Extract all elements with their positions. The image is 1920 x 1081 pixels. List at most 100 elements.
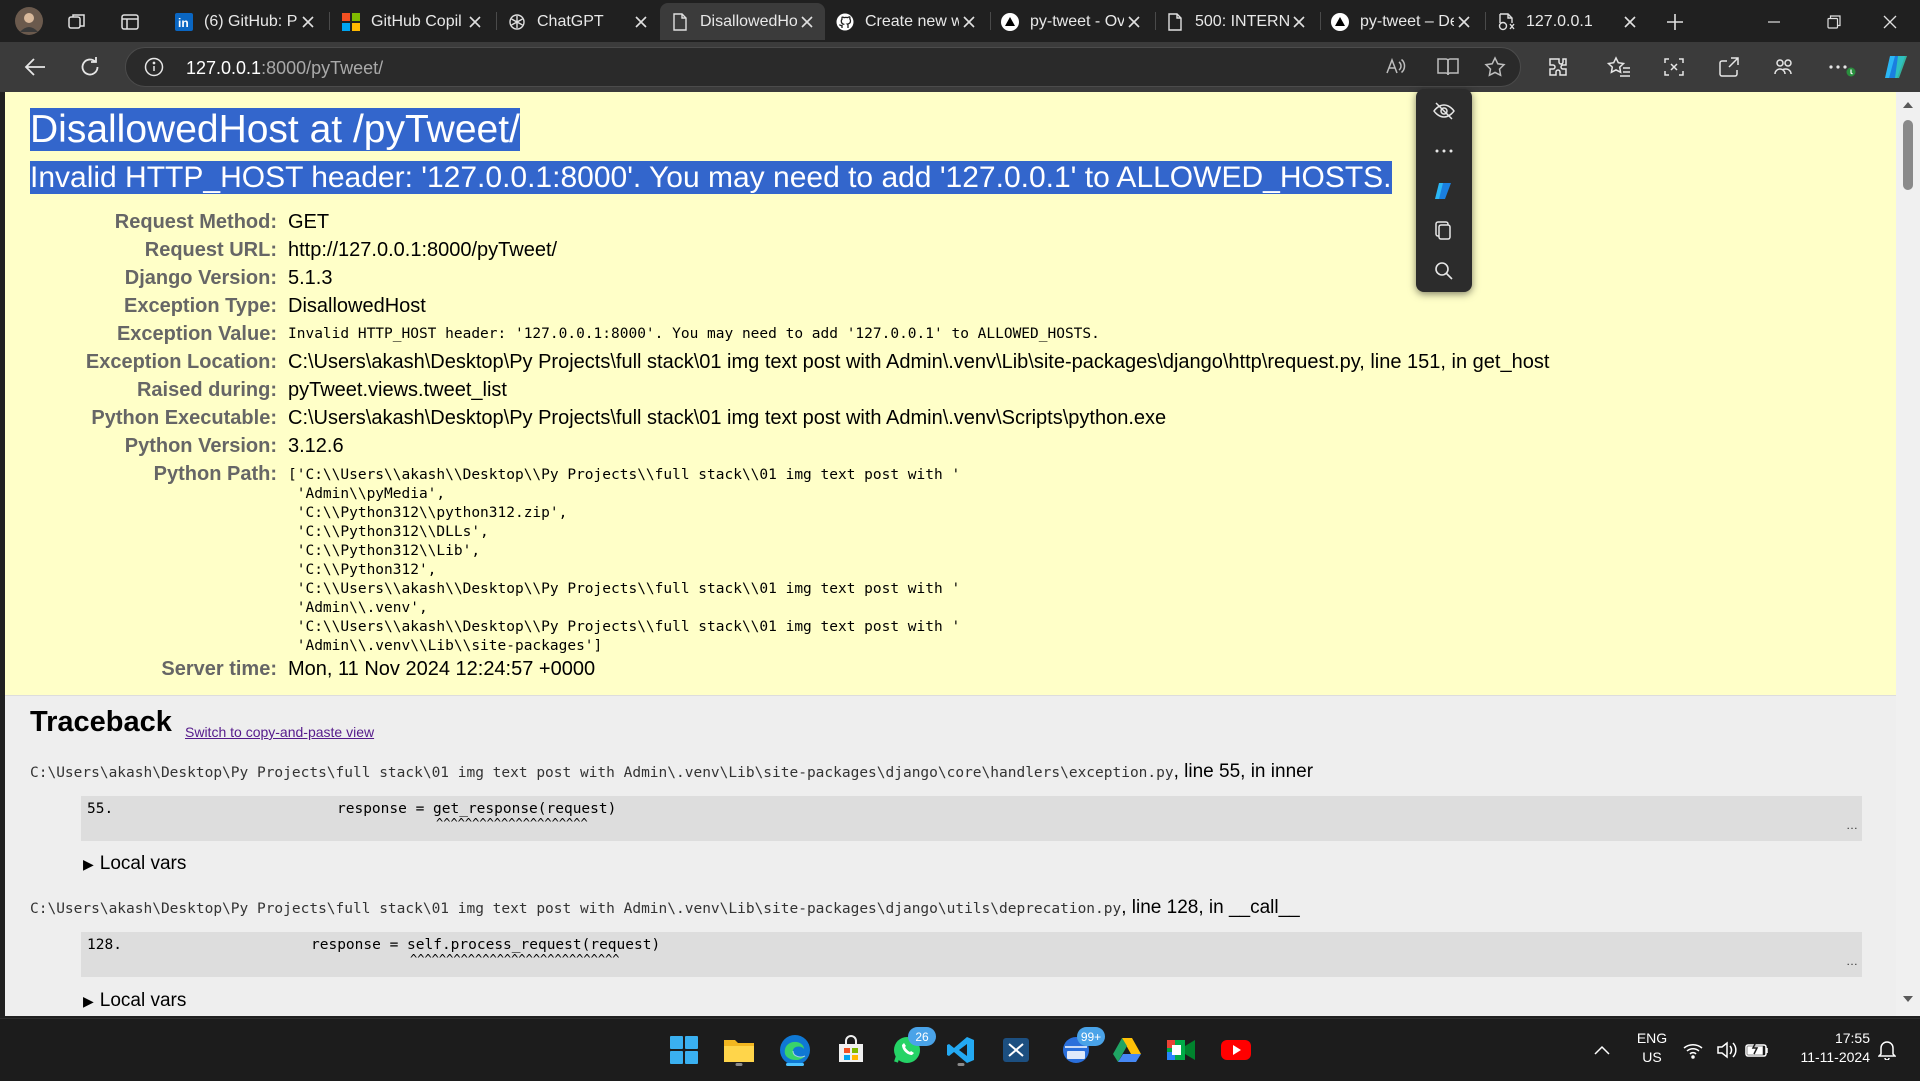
- close-tab-icon[interactable]: [1620, 12, 1640, 32]
- close-tab-icon[interactable]: [1454, 12, 1474, 32]
- frame-file: C:\Users\akash\Desktop\Py Projects\full …: [30, 761, 1313, 783]
- tab-disallowedhost[interactable]: DisallowedHo: [660, 3, 825, 40]
- youtube-icon[interactable]: [1217, 1031, 1255, 1069]
- meta-key: Request Method:: [114, 211, 277, 233]
- show-hidden-icons-icon[interactable]: [1583, 1031, 1621, 1069]
- whatsapp-icon[interactable]: 26: [888, 1027, 936, 1069]
- github-icon: [835, 12, 855, 32]
- tab-py-tweet-deployments[interactable]: py-tweet – De: [1320, 3, 1482, 40]
- expand-context-icon[interactable]: …: [1846, 818, 1858, 832]
- tab-github-create[interactable]: Create new w: [825, 3, 987, 40]
- notifications-bell-icon[interactable]: [1868, 1031, 1906, 1069]
- favorites-icon[interactable]: [1602, 50, 1636, 84]
- tab-label: (6) GitHub: Pe: [204, 12, 298, 30]
- close-tab-icon[interactable]: [631, 12, 651, 32]
- screenshot-icon[interactable]: [1657, 50, 1691, 84]
- close-tab-icon[interactable]: [1289, 12, 1309, 32]
- switch-copy-paste-link[interactable]: Switch to copy-and-paste view: [185, 724, 374, 740]
- meta-value: Mon, 11 Nov 2024 12:24:57 +0000: [288, 658, 596, 680]
- local-vars-toggle[interactable]: ▶ Local vars: [83, 853, 186, 875]
- line-number: 128.: [87, 937, 122, 953]
- page-icon: [1165, 12, 1185, 32]
- more-options-icon[interactable]: [1825, 50, 1859, 84]
- clock[interactable]: 17:55 11-11-2024: [1780, 1029, 1870, 1067]
- search-icon[interactable]: [1430, 257, 1458, 285]
- copy-icon[interactable]: [1430, 217, 1458, 245]
- meta-value: GET: [288, 211, 330, 233]
- tab-localhost[interactable]: 127.0.0.1: [1486, 3, 1648, 40]
- system-tray[interactable]: [1680, 1031, 1776, 1069]
- close-window-icon[interactable]: [1876, 8, 1904, 36]
- close-tab-icon[interactable]: [1124, 12, 1144, 32]
- extensions-icon[interactable]: [1541, 50, 1575, 84]
- copilot-icon[interactable]: [1878, 50, 1914, 84]
- google-meet-icon[interactable]: [1162, 1031, 1200, 1069]
- tab-py-tweet-overview[interactable]: py-tweet - Ov: [990, 3, 1152, 40]
- expand-context-icon[interactable]: …: [1846, 954, 1858, 968]
- code-line: response = self.process_request(request): [311, 937, 661, 953]
- vercel-icon: [1000, 12, 1020, 32]
- immersive-reader-icon[interactable]: [1436, 56, 1460, 78]
- meta-key: Python Path:: [153, 463, 277, 485]
- meta-key: Exception Value:: [116, 323, 277, 345]
- read-aloud-icon[interactable]: [1384, 56, 1406, 78]
- tab-linkedin[interactable]: in (6) GitHub: Pe: [164, 3, 326, 40]
- linkedin-icon: in: [174, 12, 194, 32]
- file-explorer-icon[interactable]: [720, 1031, 758, 1069]
- snipping-tool-icon[interactable]: [997, 1031, 1035, 1069]
- error-subtitle: Invalid HTTP_HOST header: '127.0.0.1:800…: [30, 159, 1392, 197]
- favorite-star-icon[interactable]: [1484, 56, 1506, 78]
- close-tab-icon[interactable]: [465, 12, 485, 32]
- close-tab-icon[interactable]: [298, 12, 318, 32]
- frame-location: , line 55, in inner: [1173, 761, 1314, 782]
- meta-value: http://127.0.0.1:8000/pyTweet/: [288, 239, 558, 261]
- edge-icon[interactable]: [776, 1031, 814, 1069]
- more-icon[interactable]: [1430, 137, 1458, 165]
- meta-value: ['C:\\Users\\akash\\Desktop\\Py Projects…: [288, 467, 961, 654]
- hide-menu-icon[interactable]: [1430, 97, 1458, 125]
- profile-avatar[interactable]: [14, 6, 44, 36]
- minimize-icon[interactable]: [1760, 8, 1788, 36]
- meta-key: Request URL:: [144, 239, 277, 261]
- google-drive-icon[interactable]: [1108, 1031, 1146, 1069]
- back-icon[interactable]: [18, 50, 52, 84]
- tab-github-copilot[interactable]: GitHub Copil: [331, 3, 493, 40]
- workspaces-icon[interactable]: [64, 9, 90, 35]
- notification-badge: 99+: [1077, 1027, 1105, 1046]
- local-vars-toggle[interactable]: ▶ Local vars: [83, 990, 186, 1012]
- scroll-thumb: [1903, 120, 1913, 190]
- code-context[interactable]: 55. response = get_response(request) ^^^…: [81, 796, 1862, 841]
- close-tab-icon[interactable]: [797, 12, 817, 32]
- code-context[interactable]: 128. response = self.process_request(req…: [81, 932, 1862, 977]
- chrome-icon[interactable]: 99+: [1057, 1027, 1105, 1069]
- tab-500-internal[interactable]: 500: INTERNA: [1155, 3, 1317, 40]
- svg-text:in: in: [178, 16, 189, 30]
- refresh-icon[interactable]: [73, 50, 107, 84]
- taskbar: 26 99+ ENG US 17:55 11-11-2024: [0, 1018, 1920, 1081]
- copilot-share-icon[interactable]: [1767, 50, 1801, 84]
- restore-icon[interactable]: [1820, 8, 1848, 36]
- close-tab-icon[interactable]: [959, 12, 979, 32]
- microsoft-store-icon[interactable]: [832, 1031, 870, 1069]
- meta-value: DisallowedHost: [288, 295, 426, 317]
- tab-separator: [329, 12, 330, 30]
- tab-label: py-tweet – De: [1360, 12, 1454, 30]
- volume-icon: [1717, 1041, 1737, 1059]
- address-bar[interactable]: 127.0.0.1:8000/pyTweet/: [125, 47, 1521, 87]
- meta-value: pyTweet.views.tweet_list: [288, 379, 507, 401]
- meta-value: C:\Users\akash\Desktop\Py Projects\full …: [288, 351, 1550, 373]
- tab-chatgpt[interactable]: ChatGPT: [497, 3, 659, 40]
- frame-path: C:\Users\akash\Desktop\Py Projects\full …: [30, 765, 1174, 781]
- selection-mini-menu: [1416, 89, 1472, 292]
- new-tab-icon[interactable]: [1662, 9, 1688, 35]
- site-info-icon[interactable]: [144, 57, 164, 77]
- language-indicator[interactable]: ENG US: [1630, 1029, 1674, 1067]
- start-icon[interactable]: [665, 1031, 703, 1069]
- copilot-icon[interactable]: [1430, 177, 1458, 205]
- vscode-icon[interactable]: [942, 1031, 980, 1069]
- url-text[interactable]: 127.0.0.1:8000/pyTweet/: [186, 58, 383, 79]
- tab-actions-icon[interactable]: [117, 9, 143, 35]
- notification-badge: 26: [908, 1027, 936, 1046]
- share-icon[interactable]: [1712, 50, 1746, 84]
- page-scrollbar[interactable]: [1896, 92, 1920, 1016]
